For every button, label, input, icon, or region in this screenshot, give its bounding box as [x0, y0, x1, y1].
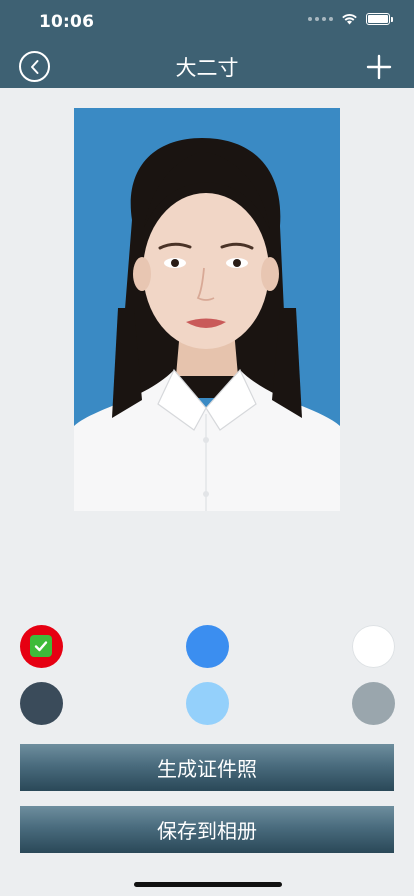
save-button-label: 保存到相册: [157, 819, 257, 843]
checkmark-icon: [30, 635, 52, 657]
generate-id-photo-button[interactable]: 生成证件照: [20, 744, 394, 791]
add-icon[interactable]: [366, 54, 392, 80]
status-icons: [308, 13, 393, 25]
page-title: 大二寸: [175, 56, 239, 80]
swatch-light-blue[interactable]: [186, 682, 229, 725]
cellular-signal-icon: [308, 17, 333, 21]
battery-icon: [366, 13, 393, 25]
id-photo: [74, 108, 340, 511]
swatch-blue[interactable]: [186, 625, 229, 668]
wifi-icon: [342, 14, 357, 25]
status-time: 10:06: [39, 12, 95, 32]
swatch-red-selected[interactable]: [20, 625, 63, 668]
generate-button-label: 生成证件照: [157, 757, 257, 781]
top-bar: 10:06 大二寸: [0, 0, 414, 88]
save-to-album-button[interactable]: 保存到相册: [20, 806, 394, 853]
home-indicator: [134, 882, 282, 887]
portrait-image: [74, 108, 340, 511]
swatch-white[interactable]: [352, 625, 395, 668]
swatch-gray[interactable]: [352, 682, 395, 725]
swatch-dark-slate[interactable]: [20, 682, 63, 725]
